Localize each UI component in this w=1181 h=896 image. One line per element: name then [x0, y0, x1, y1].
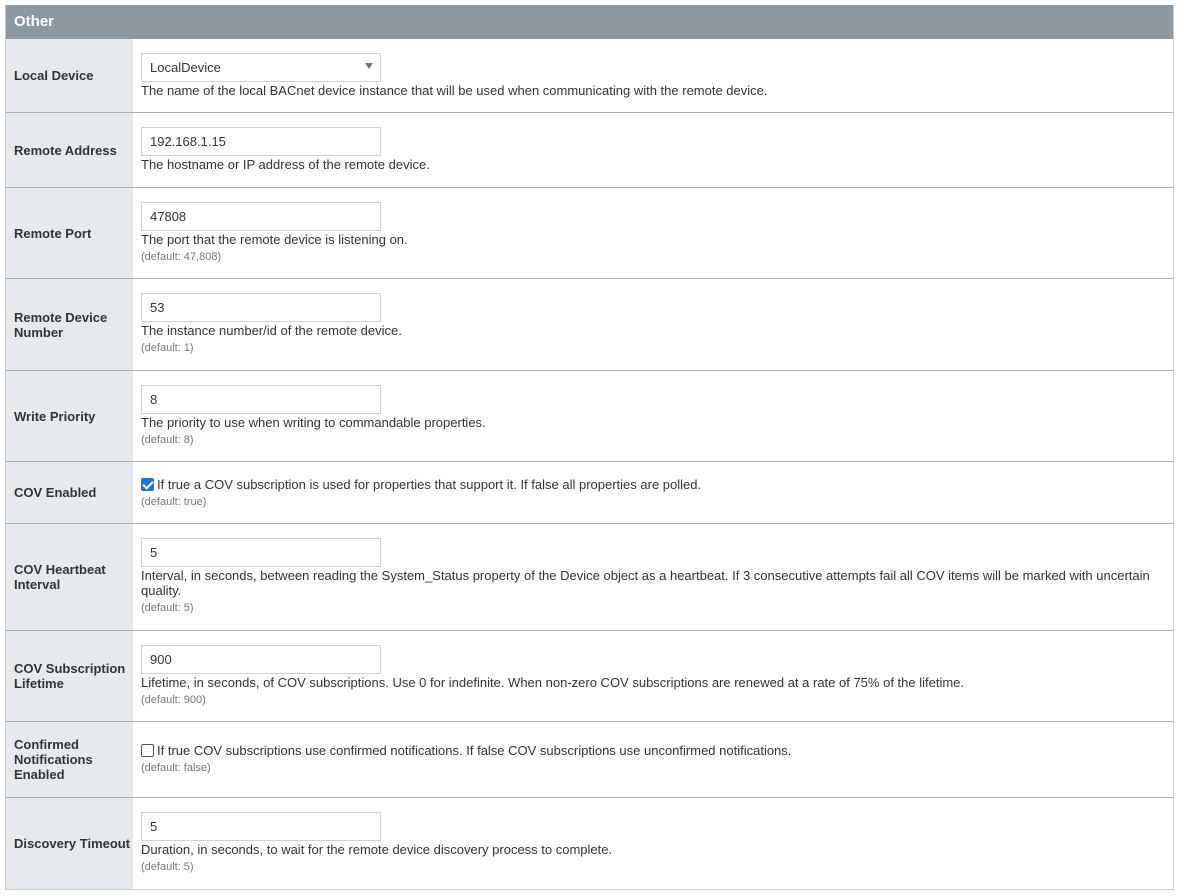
field-description: Duration, in seconds, to wait for the re… [141, 842, 613, 857]
field-label: COV Enabled [6, 462, 133, 523]
field-description: If true COV subscriptions use confirmed … [157, 743, 792, 758]
field-label: Remote Device Number [6, 279, 133, 370]
local-device-select-value: LocalDevice [141, 53, 381, 82]
field-description: The hostname or IP address of the remote… [141, 157, 430, 172]
field-label: COV Heartbeat Interval [6, 524, 133, 630]
field-description: Interval, in seconds, between reading th… [141, 568, 1150, 598]
field-default: (default: true) [141, 496, 207, 508]
field-label: Remote Address [6, 113, 133, 187]
field-description: Lifetime, in seconds, of COV subscriptio… [141, 675, 965, 690]
field-default: (default: false) [141, 762, 211, 774]
remote-device-number-input[interactable] [141, 293, 381, 322]
field-description: If true a COV subscription is used for p… [157, 477, 702, 492]
row-discovery-timeout: Discovery Timeout Duration, in seconds, … [6, 798, 1173, 889]
field-default: (default: 1) [141, 342, 194, 354]
field-description: The port that the remote device is liste… [141, 232, 408, 247]
row-remote-port: Remote Port The port that the remote dev… [6, 188, 1173, 279]
confirmed-notifications-checkbox[interactable] [141, 744, 154, 757]
discovery-timeout-input[interactable] [141, 812, 381, 841]
field-default: (default: 5) [141, 861, 194, 873]
field-label: Discovery Timeout [6, 798, 133, 889]
row-local-device: Local Device LocalDevice The name of the… [6, 39, 1173, 113]
remote-address-input[interactable] [141, 127, 381, 156]
row-remote-address: Remote Address The hostname or IP addres… [6, 113, 1173, 188]
cov-heartbeat-interval-input[interactable] [141, 538, 381, 567]
remote-port-input[interactable] [141, 202, 381, 231]
field-default: (default: 5) [141, 602, 194, 614]
field-default: (default: 47,808) [141, 251, 222, 263]
local-device-select[interactable]: LocalDevice [141, 53, 381, 82]
cov-subscription-lifetime-input[interactable] [141, 645, 381, 674]
field-label: Confirmed Notifications Enabled [6, 722, 133, 797]
cov-enabled-checkbox[interactable] [141, 478, 154, 491]
chevron-down-icon [365, 63, 373, 69]
field-label: Remote Port [6, 188, 133, 278]
field-label: Write Priority [6, 371, 133, 461]
row-confirmed-notifications-enabled: Confirmed Notifications Enabled If true … [6, 722, 1173, 798]
row-remote-device-number: Remote Device Number The instance number… [6, 279, 1173, 371]
row-cov-subscription-lifetime: COV Subscription Lifetime Lifetime, in s… [6, 631, 1173, 722]
row-write-priority: Write Priority The priority to use when … [6, 371, 1173, 462]
row-cov-heartbeat-interval: COV Heartbeat Interval Interval, in seco… [6, 524, 1173, 631]
field-default: (default: 900) [141, 694, 206, 706]
field-description: The instance number/id of the remote dev… [141, 323, 402, 338]
write-priority-input[interactable] [141, 385, 381, 414]
field-description: The priority to use when writing to comm… [141, 415, 486, 430]
panel-title: Other [6, 5, 1173, 39]
field-description: The name of the local BACnet device inst… [141, 83, 768, 98]
field-label: COV Subscription Lifetime [6, 631, 133, 721]
settings-panel: Other Local Device LocalDevice The name … [5, 5, 1174, 890]
field-default: (default: 8) [141, 434, 194, 446]
field-label: Local Device [6, 39, 133, 112]
row-cov-enabled: COV Enabled If true a COV subscription i… [6, 462, 1173, 524]
